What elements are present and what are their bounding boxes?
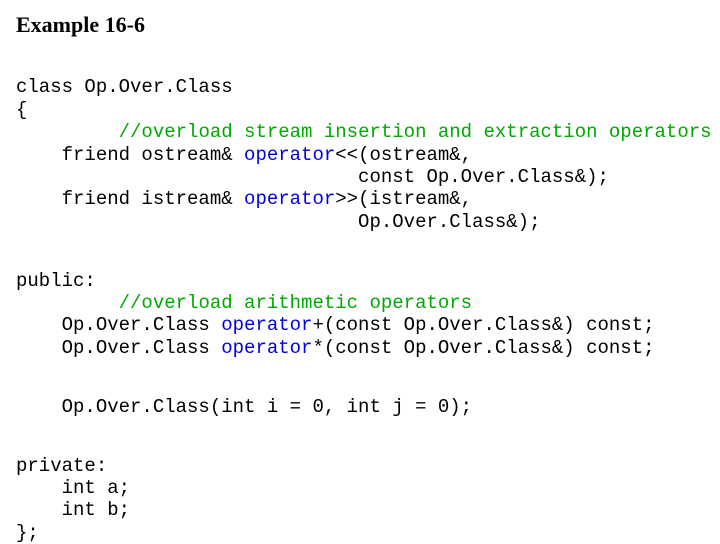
code-line: friend istream& operator>>(istream&, (16, 188, 472, 210)
code-line: Op.Over.Class(int i = 0, int j = 0); (16, 396, 472, 418)
code-line: class Op.Over.Class (16, 76, 233, 98)
code-comment: //overload stream insertion and extracti… (119, 121, 712, 143)
code-line: friend ostream& operator<<(ostream&, (16, 144, 472, 166)
code-line: //overload stream insertion and extracti… (16, 121, 712, 143)
keyword-operator: operator (244, 188, 335, 210)
keyword-operator: operator (221, 337, 312, 359)
code-comment: //overload arithmetic operators (119, 292, 472, 314)
code-line: int a; (16, 477, 130, 499)
code-line: public: (16, 270, 96, 292)
code-line: Op.Over.Class operator+(const Op.Over.Cl… (16, 314, 655, 336)
code-block: class Op.Over.Class { //overload stream … (16, 54, 704, 544)
code-line: Op.Over.Class operator*(const Op.Over.Cl… (16, 337, 655, 359)
code-line: }; (16, 522, 39, 544)
code-line: Op.Over.Class&); (16, 211, 541, 233)
code-line: //overload arithmetic operators (16, 292, 472, 314)
keyword-operator: operator (244, 144, 335, 166)
code-line: private: (16, 455, 107, 477)
code-line: { (16, 99, 27, 121)
example-title: Example 16-6 (16, 12, 704, 38)
code-line: int b; (16, 499, 130, 521)
code-line: const Op.Over.Class&); (16, 166, 609, 188)
keyword-operator: operator (221, 314, 312, 336)
